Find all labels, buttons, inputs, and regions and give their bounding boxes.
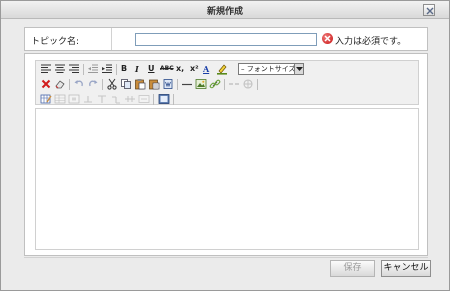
unlink-icon[interactable] [228,78,240,90]
topic-name-input[interactable] [135,33,317,46]
font-size-dropdown-arrow[interactable] [294,64,303,74]
new-topic-dialog: 新規作成 トピック名: 入力は必須です。 B I U ABC x, x² A –… [0,0,450,291]
toolbar-separator [257,79,258,90]
error-icon [322,33,333,44]
align-center-icon[interactable] [54,63,66,75]
topic-name-row: トピック名: 入力は必須です。 [24,27,428,51]
paste-text-icon[interactable] [148,78,160,90]
delete-icon[interactable] [40,78,52,90]
insert-row-icon[interactable] [82,93,94,105]
highlight-color-icon[interactable] [216,63,228,75]
paste-word-icon[interactable] [162,78,174,90]
toolbar-separator [153,94,154,105]
undo-icon[interactable] [73,78,85,90]
horizontal-rule-icon[interactable] [181,78,193,90]
paste-icon[interactable] [134,78,146,90]
bold-button[interactable]: B [121,63,127,75]
font-size-value: – フォントサイズ – [241,65,302,73]
delete-row-icon[interactable] [110,93,122,105]
redo-icon[interactable] [87,78,99,90]
toolbar-separator [224,79,225,90]
superscript-button[interactable]: x² [190,63,199,75]
footer-divider [24,257,428,258]
font-color-button[interactable]: A [203,63,209,75]
save-button[interactable]: 保存 [330,260,375,277]
close-button[interactable] [423,4,435,16]
table-properties-icon[interactable] [54,93,66,105]
chevron-down-icon [296,67,303,71]
toolbar-separator [69,79,70,90]
topic-name-label: トピック名: [31,37,80,47]
delete-column-icon[interactable] [124,93,136,105]
close-icon [426,7,434,15]
insert-column-icon[interactable] [96,93,108,105]
toolbar-separator [116,64,117,75]
underline-button[interactable]: U [148,63,155,75]
dialog-titlebar[interactable]: 新規作成 [1,1,449,19]
align-left-icon[interactable] [40,63,52,75]
dialog-title: 新規作成 [206,7,243,17]
cancel-button[interactable]: キャンセル [381,260,431,277]
copy-icon[interactable] [120,78,132,90]
italic-button[interactable]: I [135,63,139,75]
toolbar-separator [83,64,84,75]
indent-icon[interactable] [101,63,113,75]
required-message: 入力は必須です。 [335,37,407,47]
editor-content-area[interactable] [35,108,419,250]
merge-cells-icon[interactable] [138,93,150,105]
table-edit-icon[interactable] [40,93,52,105]
subscript-button[interactable]: x, [176,63,184,75]
outdent-icon[interactable] [87,63,99,75]
toolbar-separator [102,79,103,90]
anchor-icon[interactable] [242,78,254,90]
editor-toolbar: B I U ABC x, x² A – フォントサイズ – [35,60,419,105]
insert-image-icon[interactable] [195,78,207,90]
toolbar-separator [173,94,174,105]
font-size-select[interactable]: – フォントサイズ – [238,63,304,75]
link-icon[interactable] [209,78,221,90]
source-code-icon[interactable] [158,93,170,105]
eraser-icon[interactable] [54,78,66,90]
strikethrough-button[interactable]: ABC [160,63,174,75]
cell-properties-icon[interactable] [68,93,80,105]
row-divider [111,28,112,50]
cut-icon[interactable] [106,78,118,90]
toolbar-separator [177,79,178,90]
rich-text-editor: B I U ABC x, x² A – フォントサイズ – [24,53,428,256]
align-right-icon[interactable] [68,63,80,75]
